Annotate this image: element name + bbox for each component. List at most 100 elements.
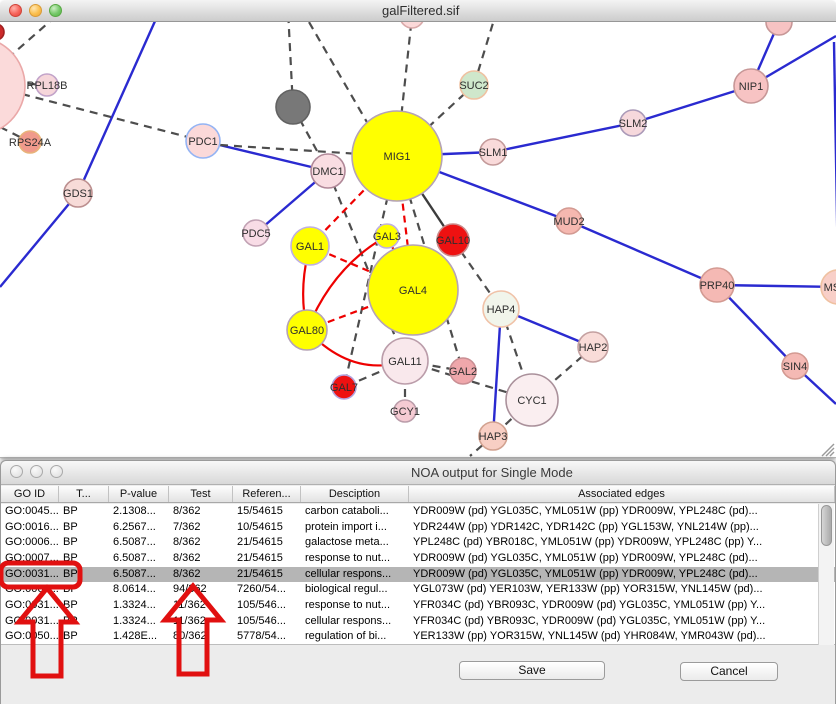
cell: 7/362 — [169, 520, 233, 536]
cell: 21/54615 — [233, 551, 301, 567]
node-label: HAP2 — [579, 342, 608, 354]
save-button[interactable]: Save — [459, 661, 605, 680]
cell: 10/54615 — [233, 520, 301, 536]
node-pink-large-left[interactable] — [0, 37, 25, 135]
cell: YDR009W (pd) YGL035C, YML051W (pp) YDR00… — [409, 504, 835, 520]
cell: BP — [59, 520, 109, 536]
vertical-scrollbar[interactable] — [818, 504, 834, 645]
column-header-go-id[interactable]: GO ID — [1, 486, 59, 502]
cell: BP — [59, 629, 109, 645]
cell: YPL248C (pd) YBR018C, YML051W (pp) YDR00… — [409, 535, 835, 551]
node-label: GAL10 — [436, 235, 470, 247]
noa-titlebar[interactable]: NOA output for Single Mode — [1, 461, 835, 485]
edge[interactable] — [493, 309, 501, 436]
node-label: SIN4 — [783, 361, 807, 373]
minimize-icon[interactable] — [29, 4, 42, 17]
table-row[interactable]: GO:0006...BP6.5087...8/36221/54615galact… — [1, 535, 835, 551]
close-icon[interactable] — [9, 4, 22, 17]
node-label: GDS1 — [63, 188, 93, 200]
network-canvas[interactable]: RPL18BRPS24AGDS1PDC1MIG1DMC1SUC2SLM1SLM2… — [0, 22, 836, 458]
cell: 8/362 — [169, 504, 233, 520]
node-label: RPS24A — [9, 137, 52, 149]
cell: 1.3324... — [109, 614, 169, 630]
cell: BP — [59, 567, 109, 583]
edge[interactable] — [302, 22, 368, 124]
node-label: GAL1 — [296, 241, 324, 253]
node-label: GAL4 — [399, 285, 427, 297]
node-label: PRP40 — [700, 280, 735, 292]
network-window: galFiltered.sif RPL18BRPS24AGDS1PDC1MIG1… — [0, 0, 836, 458]
edge[interactable] — [569, 221, 717, 285]
node-label: SLM1 — [479, 147, 508, 159]
edge[interactable] — [717, 285, 836, 287]
edge[interactable] — [633, 86, 751, 123]
node-label: MSL5 — [824, 282, 836, 294]
cell: BP — [59, 504, 109, 520]
node-label: MUD2 — [553, 216, 584, 228]
cell: 11/362 — [169, 598, 233, 614]
cell: protein import i... — [301, 520, 409, 536]
node-red-partial[interactable] — [0, 24, 4, 40]
table-row[interactable]: GO:0031...BP1.3324...11/362105/546...res… — [1, 598, 835, 614]
column-header-t[interactable]: T... — [59, 486, 109, 502]
zoom-icon[interactable] — [49, 4, 62, 17]
cell: cellular respons... — [301, 614, 409, 630]
window-controls — [10, 465, 63, 478]
cell: 94/362 — [169, 582, 233, 598]
noa-window: NOA output for Single Mode GO IDT...P-va… — [0, 460, 836, 704]
window-controls — [9, 4, 62, 17]
node-label: PDC5 — [241, 228, 270, 240]
cell: GO:0006... — [1, 535, 59, 551]
table-row[interactable]: GO:0050...BP1.428E...80/3625778/54...reg… — [1, 629, 835, 645]
cell: YFR034C (pd) YBR093C, YDR009W (pd) YGL03… — [409, 598, 835, 614]
column-header-desciption[interactable]: Desciption — [301, 486, 409, 502]
cell: 6.2567... — [109, 520, 169, 536]
cell: carbon cataboli... — [301, 504, 409, 520]
resize-grip-icon[interactable] — [822, 444, 834, 456]
cell: BP — [59, 614, 109, 630]
close-icon[interactable] — [10, 465, 23, 478]
table-row[interactable]: GO:0031...BP1.3324...11/362105/546...cel… — [1, 614, 835, 630]
cell: GO:0031... — [1, 598, 59, 614]
table-row[interactable]: GO:0045...BP2.1308...8/36215/54615carbon… — [1, 504, 835, 520]
cell: YFR034C (pd) YBR093C, YDR009W (pd) YGL03… — [409, 614, 835, 630]
table-body[interactable]: GO:0045...BP2.1308...8/36215/54615carbon… — [1, 504, 835, 645]
cell: regulation of bi... — [301, 629, 409, 645]
table-row[interactable]: GO:0065...BP8.0614...94/3627260/54...bio… — [1, 582, 835, 598]
scrollbar-thumb[interactable] — [821, 505, 832, 546]
table-row[interactable]: GO:0007...BP6.5087...8/36221/54615respon… — [1, 551, 835, 567]
cell: GO:0031... — [1, 567, 59, 583]
node-pink-top[interactable] — [400, 22, 424, 28]
network-graph[interactable]: RPL18BRPS24AGDS1PDC1MIG1DMC1SUC2SLM1SLM2… — [0, 22, 836, 458]
zoom-icon[interactable] — [50, 465, 63, 478]
cell: 11/362 — [169, 614, 233, 630]
column-header-associated-edges[interactable]: Associated edges — [409, 486, 835, 502]
window-title: galFiltered.sif — [382, 3, 459, 18]
cell: galactose meta... — [301, 535, 409, 551]
cell: 1.428E... — [109, 629, 169, 645]
node-label: GAL11 — [388, 356, 421, 368]
column-header-test[interactable]: Test — [169, 486, 233, 502]
cell: 7260/54... — [233, 582, 301, 598]
node-label: GAL7 — [330, 382, 358, 394]
node-label: HAP3 — [479, 431, 508, 443]
cell: 2.1308... — [109, 504, 169, 520]
cell: 105/546... — [233, 614, 301, 630]
column-header-referen[interactable]: Referen... — [233, 486, 301, 502]
cell: GO:0065... — [1, 582, 59, 598]
edge[interactable] — [78, 22, 160, 193]
node-gray-node[interactable] — [276, 90, 310, 124]
network-titlebar[interactable]: galFiltered.sif — [0, 0, 836, 22]
table-row[interactable]: GO:0016...BP6.2567...7/36210/54615protei… — [1, 520, 835, 536]
edge[interactable] — [493, 123, 633, 152]
cell: BP — [59, 551, 109, 567]
edge[interactable] — [0, 193, 78, 287]
column-header-p-value[interactable]: P-value — [109, 486, 169, 502]
cancel-button[interactable]: Cancel — [680, 662, 778, 681]
cell: 21/54615 — [233, 535, 301, 551]
table-row[interactable]: GO:0031...BP6.5087...8/36221/54615cellul… — [1, 567, 835, 583]
cell: GO:0016... — [1, 520, 59, 536]
node-label: GAL80 — [290, 325, 324, 337]
node-pink-topright[interactable] — [766, 22, 792, 35]
minimize-icon[interactable] — [30, 465, 43, 478]
